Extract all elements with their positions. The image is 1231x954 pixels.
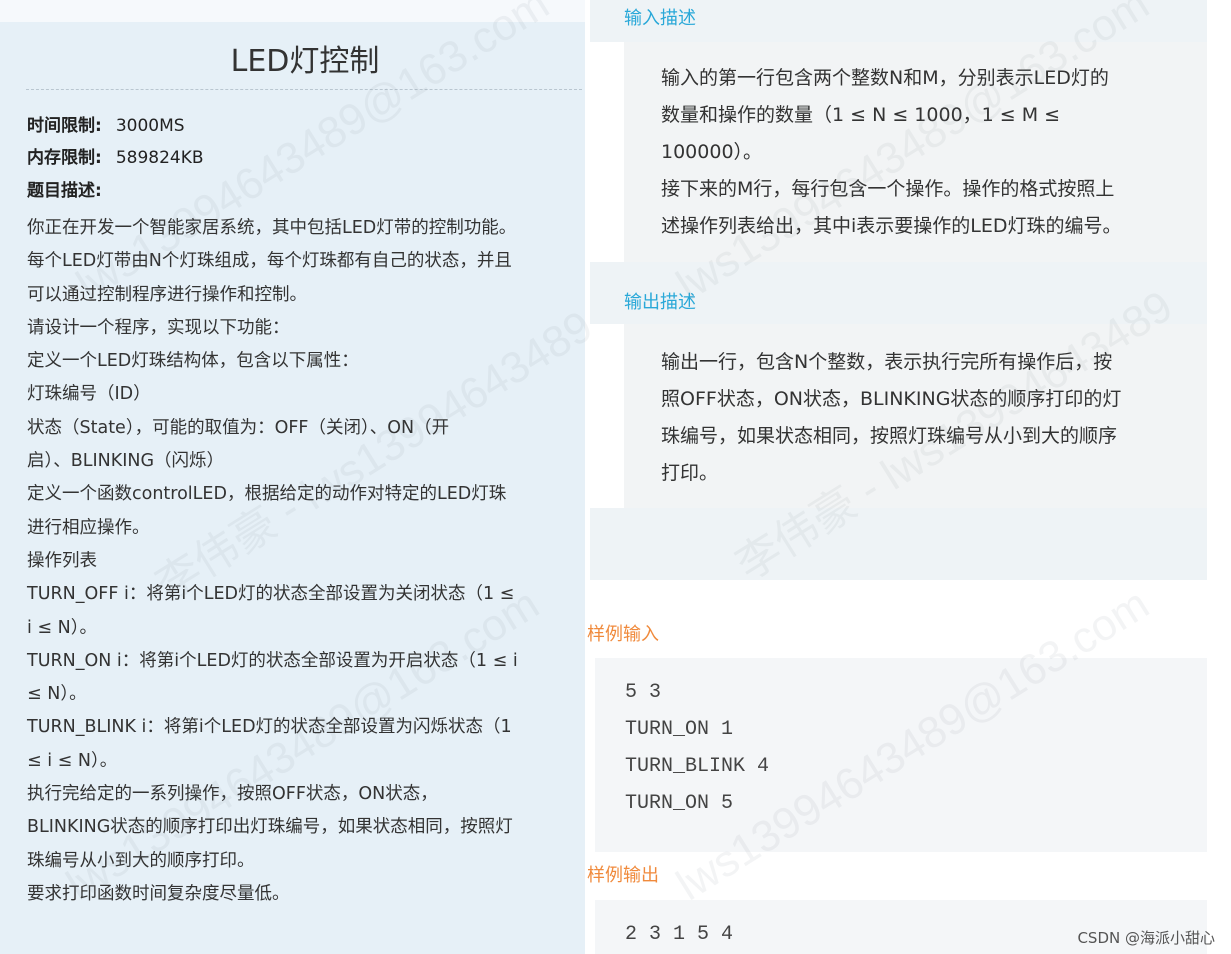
description-line: 你正在开发一个智能家居系统，其中包括LED灯带的控制功能。	[27, 218, 517, 238]
time-limit: 时间限制: 3000MS	[27, 114, 185, 138]
description-line: 每个LED灯带由N个灯珠组成，每个灯珠都有自己的状态，并且	[27, 251, 512, 272]
problem-panel: LED灯控制 时间限制: 3000MS 内存限制: 589824KB 题目描述: 你…	[0, 0, 585, 954]
input-line: 述操作列表给出，其中i表示要操作的LED灯珠的编号。	[661, 215, 1122, 237]
input-description-box: 输入的第一行包含两个整数N和M，分别表示LED灯的 数量和操作的数量（1 ≤ N…	[624, 42, 1207, 280]
description-line: i ≤ N）。	[27, 617, 97, 638]
title-divider	[26, 89, 582, 90]
sample-input-line: TURN_ON 1	[625, 718, 734, 741]
output-line: 输出一行，包含N个整数，表示执行完所有操作后，按	[661, 351, 1113, 373]
description-line: BLINKING状态的顺序打印出灯珠编号，如果状态相同，按照灯	[27, 817, 513, 838]
description-line: 操作列表	[27, 550, 97, 571]
description-line: 定义一个函数controlLED，根据给定的动作对特定的LED灯珠	[27, 484, 507, 505]
sample-input-line: TURN_ON 5	[625, 792, 734, 815]
input-section-label: 输入描述	[624, 8, 696, 29]
description-line: ≤ i ≤ N）。	[27, 750, 118, 771]
memory-limit: 内存限制: 589824KB	[27, 146, 204, 170]
description-line: TURN_OFF i：将第i个LED灯的状态全部设置为关闭状态（1 ≤	[27, 584, 515, 605]
description-line: 可以通过控制程序进行操作和控制。	[27, 284, 307, 305]
credit-text: CSDN @海派小甜心	[1077, 929, 1215, 947]
description-line: 状态（State），可能的取值为：OFF（关闭）、ON（开	[27, 417, 450, 438]
problem-description: 你正在开发一个智能家居系统，其中包括LED灯带的控制功能。 每个LED灯带由N个…	[27, 212, 585, 911]
output-line: 照OFF状态，ON状态，BLINKING状态的顺序打印的灯	[661, 388, 1122, 410]
description-label: 题目描述:	[27, 181, 102, 201]
sample-input-line: 5 3	[625, 681, 662, 704]
description-line: 请设计一个程序，实现以下功能：	[27, 317, 290, 338]
section-spacer	[590, 508, 1207, 580]
sample-input-line: TURN_BLINK 4	[625, 755, 770, 778]
description-line: TURN_ON i：将第i个LED灯的状态全部设置为开启状态（1 ≤ i	[27, 650, 518, 671]
sample-output-label: 样例输出	[587, 865, 659, 886]
sample-input-label: 样例输入	[587, 624, 659, 645]
problem-title: LED灯控制	[230, 44, 380, 79]
description-line: 进行相应操作。	[27, 517, 150, 538]
description-line: ≤ N）。	[27, 684, 87, 705]
top-bar	[0, 0, 585, 22]
input-line: 100000）。	[661, 141, 763, 163]
memory-limit-label: 内存限制:	[27, 148, 102, 168]
description-line: TURN_BLINK i：将第i个LED灯的状态全部设置为闪烁状态（1	[27, 717, 512, 738]
description-line: 执行完给定的一系列操作，按照OFF状态，ON状态，	[27, 784, 438, 805]
description-line: 珠编号从小到大的顺序打印。	[27, 850, 255, 871]
output-line: 打印。	[661, 462, 719, 484]
sample-input-box: 5 3 TURN_ON 1 TURN_BLINK 4 TURN_ON 5	[595, 658, 1207, 852]
output-description-box: 输出一行，包含N个整数，表示执行完所有操作后，按 照OFF状态，ON状态，BLI…	[624, 324, 1207, 528]
memory-limit-value: 589824KB	[115, 148, 204, 168]
output-line: 珠编号，如果状态相同，按照灯珠编号从小到大的顺序	[661, 425, 1118, 447]
description-line: 定义一个LED灯珠结构体，包含以下属性：	[27, 351, 359, 372]
time-limit-label: 时间限制:	[27, 116, 102, 136]
input-line: 输入的第一行包含两个整数N和M，分别表示LED灯的	[661, 67, 1109, 89]
description-line: 要求打印函数时间复杂度尽量低。	[27, 883, 290, 904]
time-limit-value: 3000MS	[115, 116, 185, 136]
input-line: 数量和操作的数量（1 ≤ N ≤ 1000，1 ≤ M ≤	[661, 104, 1061, 126]
output-section-label: 输出描述	[624, 292, 696, 313]
input-line: 接下来的M行，每行包含一个操作。操作的格式按照上	[661, 178, 1115, 200]
description-heading: 题目描述:	[27, 179, 102, 203]
description-line: 启）、BLINKING（闪烁）	[27, 451, 225, 472]
description-line: 灯珠编号（ID）	[27, 384, 151, 405]
